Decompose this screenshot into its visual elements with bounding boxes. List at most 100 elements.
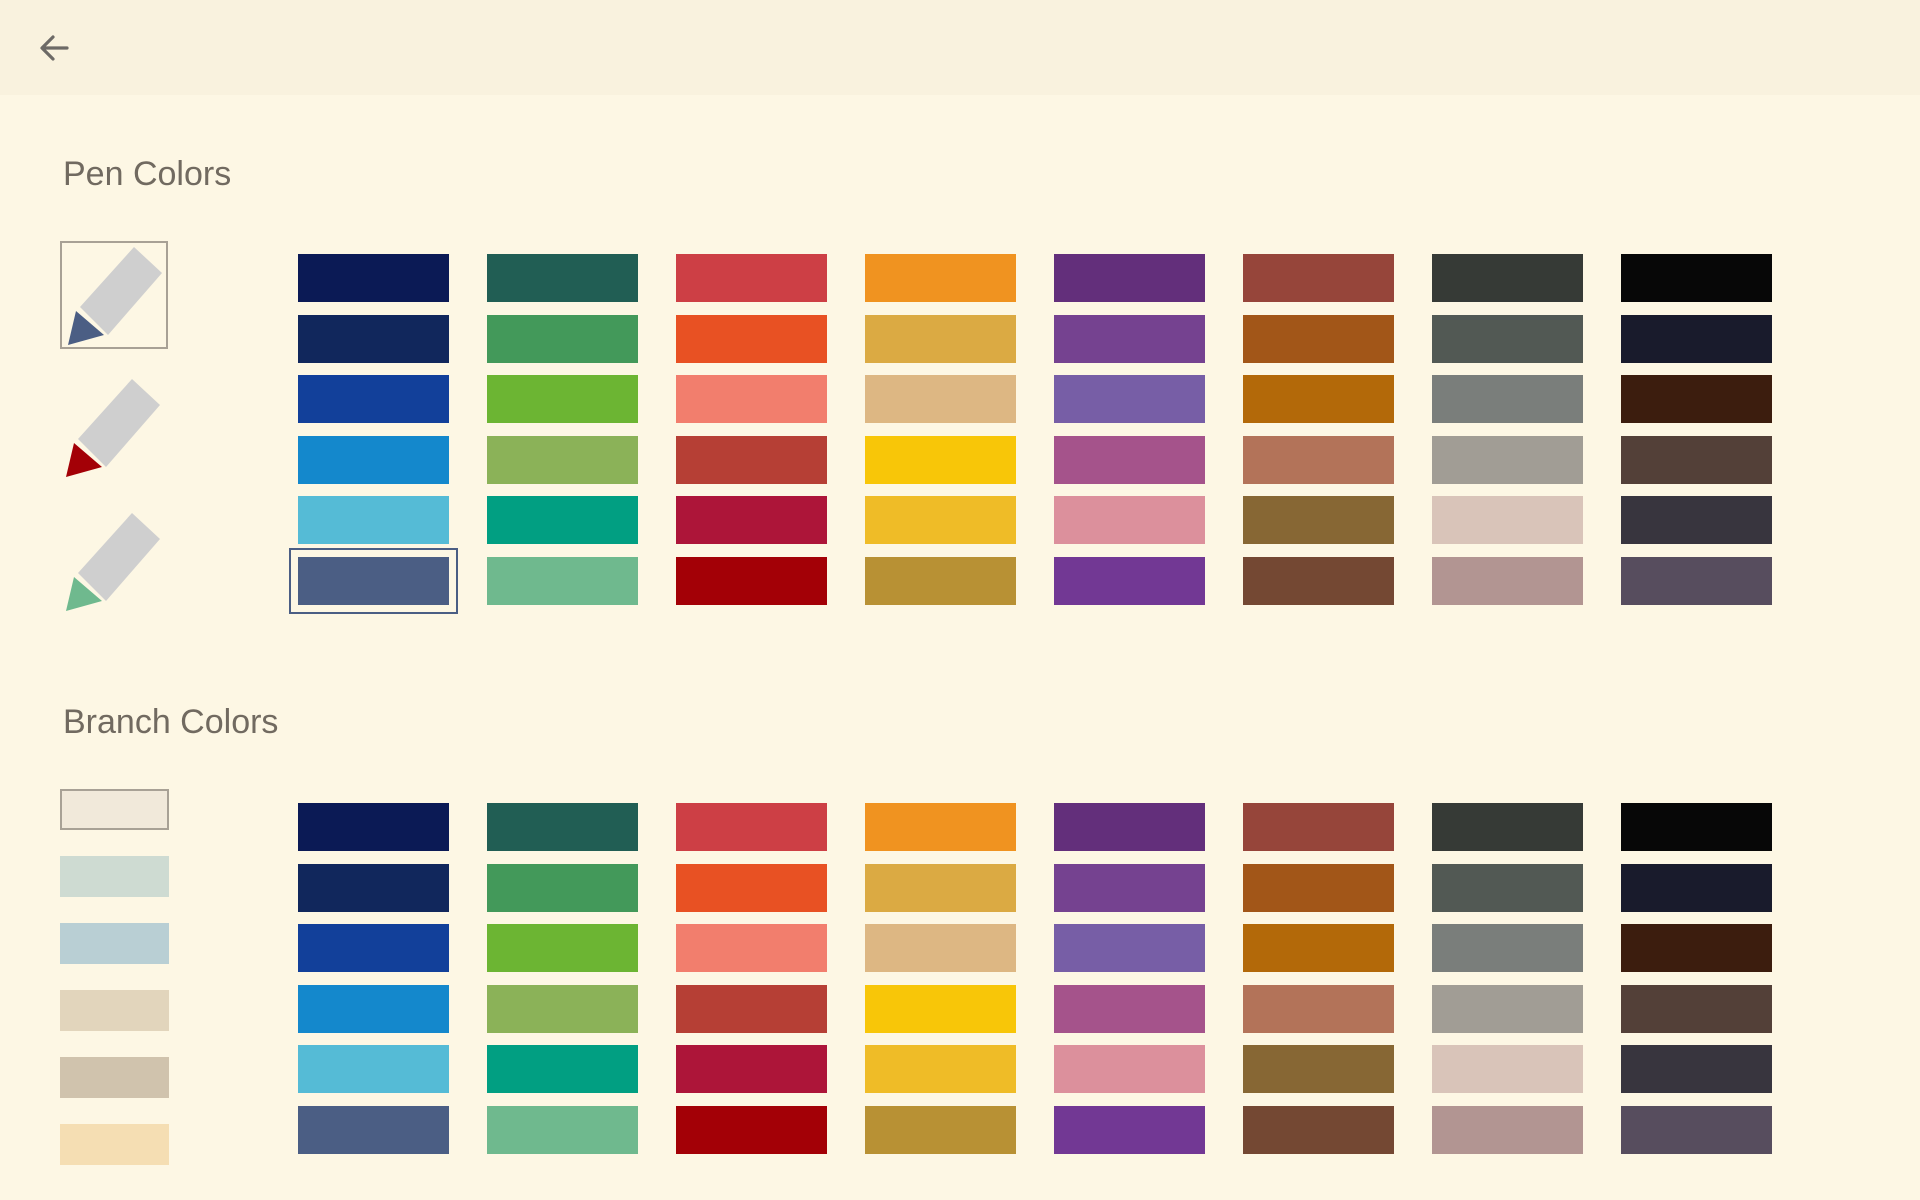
branch-swatch-6[interactable] xyxy=(60,1124,169,1165)
branch-swatch-1[interactable] xyxy=(60,789,169,830)
pen-color-swatch-r1c3[interactable] xyxy=(676,254,827,302)
pen-color-swatch-r3c5[interactable] xyxy=(1054,375,1205,423)
pen-color-swatch-r6c8[interactable] xyxy=(1621,557,1772,605)
pen-color-swatch-r6c6[interactable] xyxy=(1243,557,1394,605)
pen-color-swatch-r2c1[interactable] xyxy=(298,315,449,363)
branch-color-swatch-r5c4[interactable] xyxy=(865,1045,1016,1093)
branch-color-swatch-r3c1[interactable] xyxy=(298,924,449,972)
pen-color-swatch-r2c6[interactable] xyxy=(1243,315,1394,363)
pen-color-swatch-r5c6[interactable] xyxy=(1243,496,1394,544)
pen-3[interactable] xyxy=(60,509,168,617)
branch-color-swatch-r6c6[interactable] xyxy=(1243,1106,1394,1154)
pen-color-swatch-r5c2[interactable] xyxy=(487,496,638,544)
branch-color-swatch-r1c3[interactable] xyxy=(676,803,827,851)
branch-color-swatch-r2c8[interactable] xyxy=(1621,864,1772,912)
branch-color-swatch-r4c2[interactable] xyxy=(487,985,638,1033)
branch-color-swatch-r4c6[interactable] xyxy=(1243,985,1394,1033)
pen-color-swatch-r4c3[interactable] xyxy=(676,436,827,484)
branch-color-swatch-r3c8[interactable] xyxy=(1621,924,1772,972)
branch-color-swatch-r2c3[interactable] xyxy=(676,864,827,912)
branch-color-swatch-r6c3[interactable] xyxy=(676,1106,827,1154)
pen-color-swatch-r3c3[interactable] xyxy=(676,375,827,423)
branch-color-swatch-r4c8[interactable] xyxy=(1621,985,1772,1033)
branch-color-swatch-r6c5[interactable] xyxy=(1054,1106,1205,1154)
pen-color-swatch-r5c3[interactable] xyxy=(676,496,827,544)
pen-color-swatch-r3c8[interactable] xyxy=(1621,375,1772,423)
pen-color-swatch-r4c7[interactable] xyxy=(1432,436,1583,484)
branch-color-swatch-r2c6[interactable] xyxy=(1243,864,1394,912)
branch-swatch-5[interactable] xyxy=(60,1057,169,1098)
branch-color-swatch-r1c2[interactable] xyxy=(487,803,638,851)
pen-color-swatch-r4c6[interactable] xyxy=(1243,436,1394,484)
branch-color-swatch-r2c2[interactable] xyxy=(487,864,638,912)
branch-color-swatch-r3c5[interactable] xyxy=(1054,924,1205,972)
branch-color-swatch-r3c3[interactable] xyxy=(676,924,827,972)
branch-color-swatch-r2c4[interactable] xyxy=(865,864,1016,912)
branch-swatch-3[interactable] xyxy=(60,923,169,964)
pen-color-swatch-r1c2[interactable] xyxy=(487,254,638,302)
branch-color-swatch-r3c6[interactable] xyxy=(1243,924,1394,972)
pen-color-swatch-r3c2[interactable] xyxy=(487,375,638,423)
pen-color-swatch-r6c5[interactable] xyxy=(1054,557,1205,605)
pen-color-swatch-r5c1[interactable] xyxy=(298,496,449,544)
branch-color-swatch-r5c1[interactable] xyxy=(298,1045,449,1093)
pen-color-swatch-r5c5[interactable] xyxy=(1054,496,1205,544)
branch-color-swatch-r5c2[interactable] xyxy=(487,1045,638,1093)
branch-swatch-2[interactable] xyxy=(60,856,169,897)
branch-color-swatch-r1c6[interactable] xyxy=(1243,803,1394,851)
branch-color-swatch-r1c5[interactable] xyxy=(1054,803,1205,851)
branch-color-swatch-r6c1[interactable] xyxy=(298,1106,449,1154)
branch-color-swatch-r1c1[interactable] xyxy=(298,803,449,851)
pen-color-swatch-r2c5[interactable] xyxy=(1054,315,1205,363)
pen-color-swatch-r1c5[interactable] xyxy=(1054,254,1205,302)
pen-color-swatch-r1c8[interactable] xyxy=(1621,254,1772,302)
branch-color-swatch-r5c6[interactable] xyxy=(1243,1045,1394,1093)
pen-color-swatch-r3c7[interactable] xyxy=(1432,375,1583,423)
branch-color-swatch-r4c7[interactable] xyxy=(1432,985,1583,1033)
pen-1[interactable] xyxy=(60,241,168,349)
branch-color-swatch-r6c4[interactable] xyxy=(865,1106,1016,1154)
branch-color-swatch-r2c7[interactable] xyxy=(1432,864,1583,912)
branch-swatch-4[interactable] xyxy=(60,990,169,1031)
branch-color-swatch-r1c4[interactable] xyxy=(865,803,1016,851)
branch-color-swatch-r4c4[interactable] xyxy=(865,985,1016,1033)
back-button[interactable] xyxy=(26,22,82,74)
branch-color-swatch-r6c2[interactable] xyxy=(487,1106,638,1154)
branch-color-swatch-r3c4[interactable] xyxy=(865,924,1016,972)
pen-color-swatch-r5c4[interactable] xyxy=(865,496,1016,544)
pen-2[interactable] xyxy=(60,375,168,483)
pen-color-swatch-r2c3[interactable] xyxy=(676,315,827,363)
pen-color-swatch-r2c2[interactable] xyxy=(487,315,638,363)
branch-color-swatch-r6c7[interactable] xyxy=(1432,1106,1583,1154)
pen-color-swatch-r4c1[interactable] xyxy=(298,436,449,484)
branch-color-swatch-r5c3[interactable] xyxy=(676,1045,827,1093)
pen-color-swatch-r6c7[interactable] xyxy=(1432,557,1583,605)
pen-color-swatch-r1c6[interactable] xyxy=(1243,254,1394,302)
pen-color-swatch-r6c3[interactable] xyxy=(676,557,827,605)
branch-color-swatch-r5c5[interactable] xyxy=(1054,1045,1205,1093)
pen-color-swatch-r5c7[interactable] xyxy=(1432,496,1583,544)
pen-color-swatch-r3c6[interactable] xyxy=(1243,375,1394,423)
pen-color-swatch-r4c8[interactable] xyxy=(1621,436,1772,484)
pen-color-swatch-r1c4[interactable] xyxy=(865,254,1016,302)
pen-color-swatch-r2c8[interactable] xyxy=(1621,315,1772,363)
pen-color-swatch-r4c5[interactable] xyxy=(1054,436,1205,484)
pen-color-swatch-r2c7[interactable] xyxy=(1432,315,1583,363)
pen-color-swatch-r4c4[interactable] xyxy=(865,436,1016,484)
branch-color-swatch-r2c5[interactable] xyxy=(1054,864,1205,912)
pen-color-swatch-r5c8[interactable] xyxy=(1621,496,1772,544)
branch-color-swatch-r3c7[interactable] xyxy=(1432,924,1583,972)
branch-color-swatch-r6c8[interactable] xyxy=(1621,1106,1772,1154)
branch-color-swatch-r3c2[interactable] xyxy=(487,924,638,972)
branch-color-swatch-r1c7[interactable] xyxy=(1432,803,1583,851)
pen-color-swatch-r4c2[interactable] xyxy=(487,436,638,484)
pen-color-swatch-r1c1[interactable] xyxy=(298,254,449,302)
pen-color-swatch-r6c4[interactable] xyxy=(865,557,1016,605)
pen-color-swatch-r6c2[interactable] xyxy=(487,557,638,605)
branch-color-swatch-r2c1[interactable] xyxy=(298,864,449,912)
pen-color-swatch-r3c4[interactable] xyxy=(865,375,1016,423)
branch-color-swatch-r5c7[interactable] xyxy=(1432,1045,1583,1093)
pen-color-swatch-r6c1[interactable] xyxy=(289,548,458,614)
pen-color-swatch-r3c1[interactable] xyxy=(298,375,449,423)
branch-color-swatch-r4c3[interactable] xyxy=(676,985,827,1033)
